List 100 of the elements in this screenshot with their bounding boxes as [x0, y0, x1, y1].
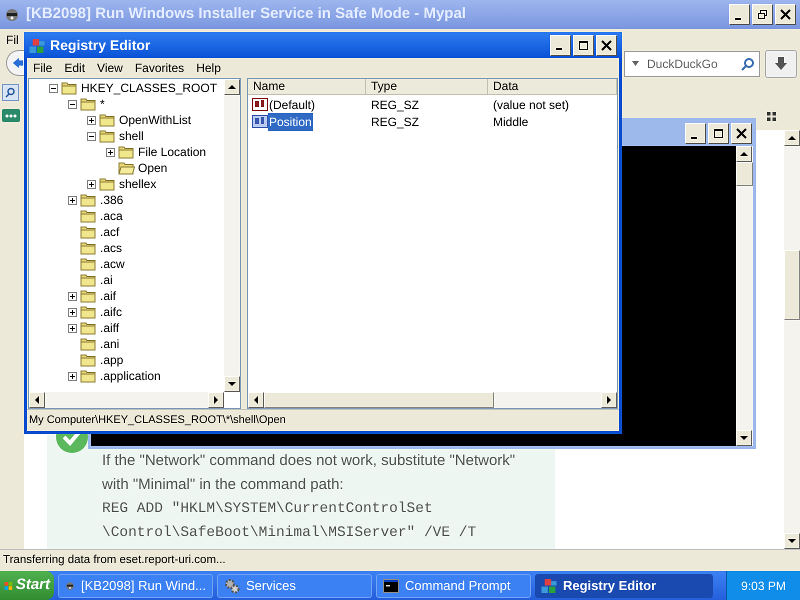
code-line: REG ADD "HKLM\SYSTEM\CurrentControlSet — [102, 500, 434, 519]
tree-item[interactable]: .aca — [100, 207, 123, 225]
column-header[interactable]: Data — [488, 79, 617, 94]
tree-item[interactable]: .ai — [100, 271, 113, 289]
folder-icon — [80, 273, 97, 287]
search-field[interactable]: DuckDuckGo — [624, 51, 760, 77]
value-name[interactable]: Position — [268, 112, 313, 130]
tree-item[interactable]: .app — [100, 351, 124, 369]
taskbar-button[interactable]: Command Prompt — [376, 574, 531, 598]
taskbar-button[interactable]: [KB2098] Run Wind... — [58, 574, 213, 598]
tree-item[interactable]: OpenWithList — [119, 111, 192, 129]
instruction-paragraph: If the "Network" command does not work, substitute "Network" with "Minimal" in the command path: — [102, 451, 516, 495]
minimize-icon — [556, 48, 562, 50]
tree-item[interactable]: shellex — [119, 175, 156, 193]
folder-icon — [80, 257, 97, 271]
minimize-button[interactable] — [729, 4, 750, 25]
search-icon[interactable] — [741, 57, 755, 71]
tree-item[interactable]: .acf — [100, 223, 120, 241]
expand-icon[interactable] — [68, 324, 77, 332]
download-button[interactable] — [765, 50, 797, 78]
expand-icon[interactable] — [106, 148, 115, 156]
tree-item[interactable]: .aif — [100, 287, 116, 305]
scroll-left-button[interactable] — [29, 392, 45, 408]
collapse-icon[interactable] — [49, 84, 58, 92]
minimize-button[interactable] — [685, 123, 706, 144]
scroll-right-button[interactable] — [208, 392, 224, 408]
tree-item[interactable]: .386 — [100, 191, 124, 209]
collapse-icon[interactable] — [68, 100, 77, 108]
column-header[interactable]: Name — [248, 79, 366, 94]
tree-item[interactable]: .aifc — [100, 303, 122, 321]
menu-item[interactable]: Fil — [6, 29, 19, 45]
scroll-up-button[interactable] — [784, 130, 800, 146]
sidebar-search-button[interactable] — [2, 84, 19, 101]
maximize-icon — [578, 40, 589, 50]
folder-icon — [80, 337, 97, 351]
scroll-down-button[interactable] — [736, 430, 752, 446]
registry-cubes-icon — [29, 38, 45, 52]
tree-item[interactable]: .application — [100, 367, 161, 385]
tree-item[interactable]: .aiff — [100, 319, 120, 337]
column-header[interactable]: Type — [366, 79, 488, 94]
tree-item[interactable]: .acw — [100, 255, 125, 273]
download-arrow-icon — [774, 57, 788, 71]
minimize-button[interactable] — [550, 34, 571, 56]
minimize-icon — [690, 136, 696, 138]
caret-icon — [632, 61, 639, 66]
scroll-down-button[interactable] — [784, 533, 800, 549]
expand-icon[interactable] — [68, 196, 77, 204]
folder-icon — [80, 97, 97, 111]
string-value-icon — [252, 98, 268, 111]
menu-item[interactable]: Help — [196, 59, 221, 77]
tree-scrollbar[interactable] — [224, 79, 240, 392]
tree-item[interactable]: .acs — [100, 239, 122, 257]
menu-item[interactable]: Favorites — [134, 59, 184, 77]
expand-icon[interactable] — [68, 292, 77, 300]
taskbar-button[interactable]: Services — [217, 574, 372, 598]
expand-icon[interactable] — [87, 116, 96, 124]
close-button[interactable] — [775, 4, 796, 25]
menu-item[interactable]: File — [33, 59, 52, 77]
scroll-up-button[interactable] — [224, 79, 240, 95]
expand-icon[interactable] — [87, 180, 96, 188]
back-button[interactable] — [6, 50, 24, 76]
open-folder-icon — [118, 161, 135, 175]
tree-item[interactable]: File Location — [138, 143, 206, 161]
restore-button[interactable] — [752, 4, 773, 25]
scroll-thumb[interactable] — [784, 250, 800, 320]
tree-item[interactable]: Open — [138, 159, 168, 177]
clock: 9:03 PM — [741, 578, 786, 594]
value-type: REG_SZ — [370, 114, 420, 130]
close-button[interactable] — [731, 123, 752, 144]
close-button[interactable] — [596, 34, 617, 56]
scroll-thumb[interactable] — [736, 162, 753, 186]
maximize-button[interactable] — [573, 34, 594, 56]
tree-item[interactable]: .ani — [100, 335, 120, 353]
value-name[interactable]: (Default) — [268, 96, 316, 114]
maximize-button[interactable] — [708, 123, 729, 144]
folder-icon — [99, 113, 116, 127]
menu-item[interactable]: Edit — [64, 59, 86, 77]
scroll-down-button[interactable] — [224, 376, 240, 392]
expand-icon[interactable] — [68, 308, 77, 316]
console-scrollbar[interactable] — [736, 146, 753, 446]
menu-item[interactable]: View — [97, 59, 123, 77]
collapse-icon[interactable] — [87, 132, 96, 140]
grip-icon — [767, 112, 776, 121]
folder-icon — [61, 81, 78, 95]
sidebar-addon-button[interactable] — [2, 109, 20, 122]
tree-item[interactable]: * — [100, 95, 105, 113]
folder-icon — [80, 321, 97, 335]
tree-item[interactable]: shell — [119, 127, 144, 145]
scroll-right-button[interactable] — [601, 392, 617, 408]
close-icon — [601, 40, 612, 50]
browser-scrollbar[interactable] — [784, 130, 800, 549]
tree-horizontal-scrollbar[interactable] — [29, 392, 224, 408]
scroll-up-button[interactable] — [736, 146, 752, 162]
status-text: Transferring data from eset.report-uri.com... — [3, 552, 226, 568]
tree-item[interactable]: HKEY_CLASSES_ROOT — [81, 79, 218, 97]
expand-icon[interactable] — [68, 372, 77, 380]
taskbar-button[interactable]: Registry Editor — [535, 574, 713, 598]
values-horizontal-scrollbar[interactable] — [248, 392, 617, 408]
scroll-thumb[interactable] — [264, 392, 494, 408]
scroll-left-button[interactable] — [248, 392, 264, 408]
